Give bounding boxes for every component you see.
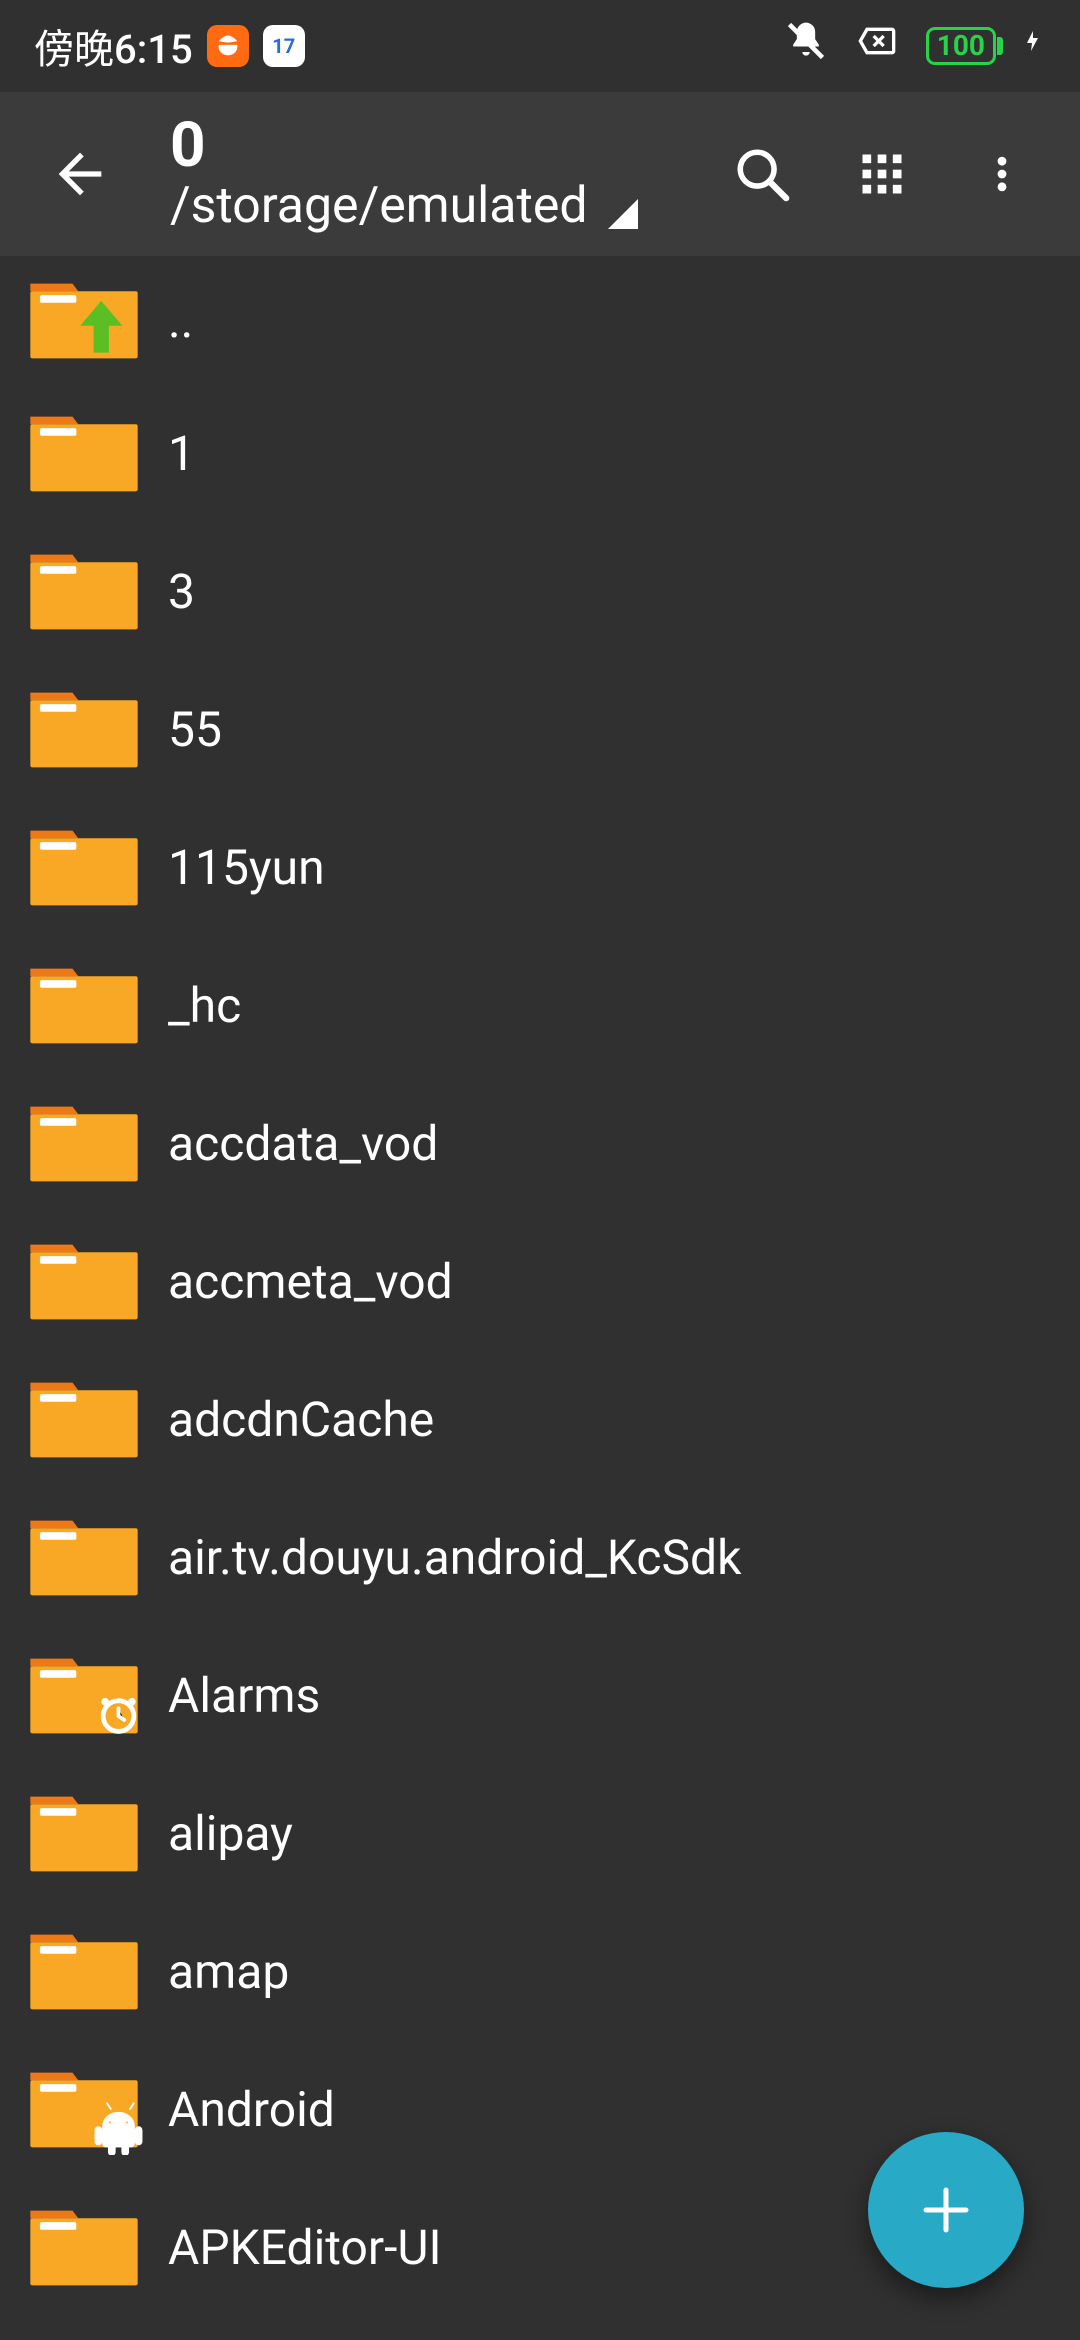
folder-row[interactable]: _hc [0, 936, 1080, 1074]
calendar-icon: 17 [263, 25, 305, 67]
file-name: 115yun [168, 839, 1056, 896]
battery-icon: 100 [926, 27, 996, 65]
folder-row[interactable]: 1 [0, 384, 1080, 522]
folder-icon [24, 2201, 144, 2293]
folder-row[interactable]: accdata_vod [0, 1074, 1080, 1212]
folder-icon [24, 821, 144, 913]
status-right: 100 [784, 19, 1046, 73]
add-fab[interactable] [868, 2132, 1024, 2288]
folder-icon [24, 683, 144, 775]
search-icon [733, 145, 791, 203]
folder-row[interactable]: Apktool_M [0, 2316, 1080, 2340]
folder-icon [24, 959, 144, 1051]
parent-dir-row[interactable]: .. [0, 256, 1080, 384]
folder-icon [24, 1235, 144, 1327]
folder-icon [24, 274, 144, 366]
folder-row[interactable]: amap [0, 1902, 1080, 2040]
file-name: amap [168, 1943, 1056, 2000]
charging-icon [1022, 21, 1046, 71]
file-name: adcdnCache [168, 1391, 1056, 1448]
folder-row[interactable]: 55 [0, 660, 1080, 798]
title-primary: 0 [170, 113, 730, 178]
back-arrow-icon [48, 142, 112, 206]
folder-icon [24, 2063, 144, 2155]
toolbar-title[interactable]: 0 /storage/emulated [170, 113, 730, 236]
grid-icon [856, 148, 908, 200]
file-name: accmeta_vod [168, 1253, 1056, 1310]
dropdown-triangle-icon [608, 199, 638, 229]
view-grid-button[interactable] [850, 142, 914, 206]
mute-icon [784, 19, 828, 73]
status-left: 傍晚6:15 17 [34, 17, 305, 75]
file-name: 3 [168, 563, 1056, 620]
input-off-icon [854, 21, 900, 71]
taobao-icon [207, 25, 249, 67]
plus-icon [916, 2180, 976, 2240]
folder-icon [24, 1925, 144, 2017]
file-name: Alarms [168, 1667, 1056, 1724]
search-button[interactable] [730, 142, 794, 206]
file-name: alipay [168, 1805, 1056, 1862]
file-name: air.tv.douyu.android_KcSdk [168, 1529, 1056, 1586]
app-toolbar: 0 /storage/emulated [0, 92, 1080, 256]
folder-row[interactable]: adcdnCache [0, 1350, 1080, 1488]
folder-icon [24, 1649, 144, 1741]
overflow-menu-button[interactable] [970, 142, 1034, 206]
toolbar-actions [730, 142, 1060, 206]
folder-row[interactable]: 115yun [0, 798, 1080, 936]
file-name: accdata_vod [168, 1115, 1056, 1172]
status-bar: 傍晚6:15 17 100 [0, 0, 1080, 92]
folder-row[interactable]: alipay [0, 1764, 1080, 1902]
folder-row[interactable]: Alarms [0, 1626, 1080, 1764]
file-name: Android [168, 2081, 1056, 2138]
title-path: /storage/emulated [170, 178, 588, 236]
folder-row[interactable]: accmeta_vod [0, 1212, 1080, 1350]
file-name: 55 [168, 701, 1056, 758]
folder-row[interactable]: 3 [0, 522, 1080, 660]
folder-icon [24, 545, 144, 637]
back-button[interactable] [30, 124, 130, 224]
file-name: 1 [168, 425, 1056, 482]
folder-icon [24, 407, 144, 499]
file-name: .. [168, 292, 1056, 349]
folder-icon [24, 1511, 144, 1603]
folder-icon [24, 1097, 144, 1189]
more-vert-icon [980, 148, 1024, 200]
status-time: 傍晚6:15 [34, 17, 193, 75]
folder-row[interactable]: air.tv.douyu.android_KcSdk [0, 1488, 1080, 1626]
file-list[interactable]: .. 1 3 55 [0, 256, 1080, 2340]
folder-icon [24, 1373, 144, 1465]
folder-icon [24, 1787, 144, 1879]
file-name: _hc [168, 977, 1056, 1034]
